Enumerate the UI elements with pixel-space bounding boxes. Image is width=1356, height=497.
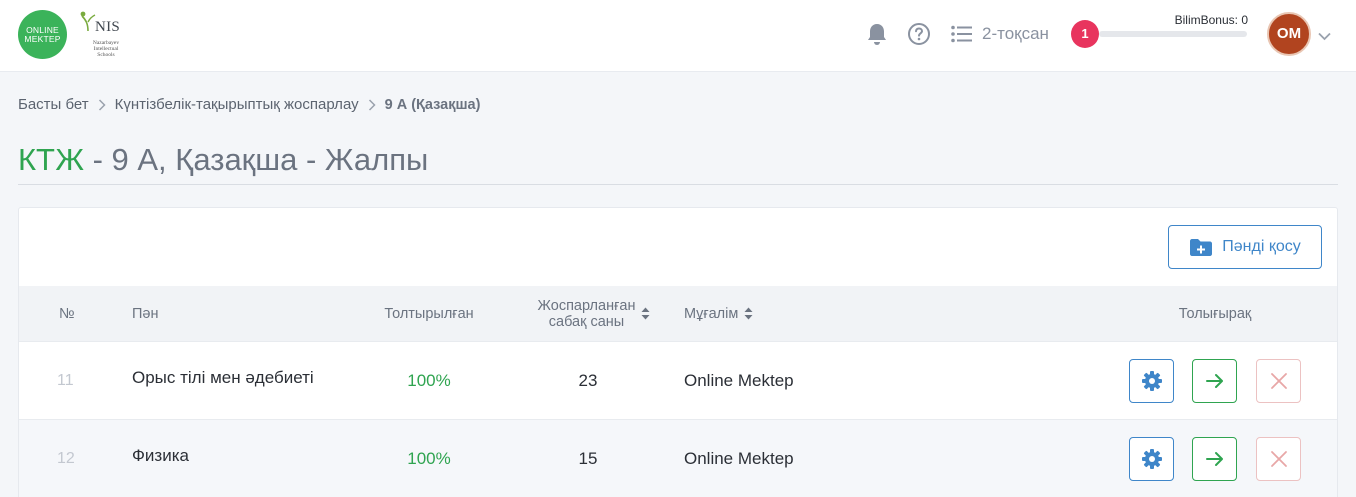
chevron-right-icon: [368, 98, 376, 111]
arrow-right-icon: [1205, 452, 1223, 466]
folder-plus-icon: [1189, 238, 1213, 257]
delete-button[interactable]: [1256, 359, 1301, 403]
column-teacher[interactable]: Мұғалім: [684, 286, 753, 341]
quarter-label: 2-тоқсан: [982, 24, 1049, 43]
sort-icon[interactable]: [744, 307, 753, 320]
row-teacher: Online Mektep: [684, 371, 794, 390]
nis-logo-subtitle: Nazarbayev Intellectual Schools: [92, 40, 120, 58]
column-subject: Пән: [132, 305, 159, 322]
arrow-right-icon: [1205, 374, 1223, 388]
settings-button[interactable]: [1129, 437, 1174, 481]
notification-badge[interactable]: 1: [1071, 20, 1099, 48]
column-filled: Толтырылған: [384, 305, 474, 322]
avatar[interactable]: OM: [1267, 12, 1311, 56]
list-icon: [951, 25, 972, 43]
row-subject[interactable]: Орыс тілі мен әдебиеті: [132, 342, 314, 414]
column-planned[interactable]: Жоспарланған сабақ саны: [519, 286, 669, 341]
column-planned-line2: сабақ саны: [548, 313, 625, 330]
title-divider: [18, 184, 1338, 185]
close-icon: [1270, 373, 1287, 389]
gear-icon: [1141, 371, 1162, 391]
sort-icon[interactable]: [641, 307, 650, 320]
page-title: КТЖ - 9 А, Қазақша - Жалпы: [18, 142, 428, 178]
table-row: 12 Физика 100% 15 Online Mektep: [19, 419, 1337, 497]
add-subject-button[interactable]: Пәнді қосу: [1168, 225, 1322, 269]
row-number: 12: [57, 450, 75, 467]
open-button[interactable]: [1192, 437, 1237, 481]
bonus-progress-bar: [1099, 31, 1247, 37]
gear-icon: [1141, 449, 1162, 469]
row-teacher: Online Mektep: [684, 449, 794, 468]
delete-button[interactable]: [1256, 437, 1301, 481]
table-header: № Пән Толтырылған Жоспарланған сабақ сан…: [19, 286, 1337, 341]
top-bar: ONLINE MEKTEP NIS Nazarbayev Intellectua…: [0, 0, 1356, 72]
page-title-rest: - 9 А, Қазақша - Жалпы: [83, 142, 429, 177]
column-teacher-label: Мұғалім: [684, 305, 739, 322]
breadcrumb-planning[interactable]: Күнтізбелік-тақырыптық жоспарлау: [115, 96, 359, 113]
add-subject-label: Пәнді қосу: [1222, 238, 1301, 255]
settings-button[interactable]: [1129, 359, 1174, 403]
nis-logo-text: NIS: [95, 19, 121, 35]
open-button[interactable]: [1192, 359, 1237, 403]
bilim-bonus-label: BilimBonus: 0: [1174, 13, 1248, 27]
row-number: 11: [57, 372, 74, 389]
column-planned-line1: Жоспарланған: [537, 297, 636, 314]
column-num: №: [59, 305, 75, 322]
column-actions: Толығырақ: [1178, 305, 1252, 322]
table-row: 11 Орыс тілі мен әдебиеті 100% 23 Online…: [19, 341, 1337, 419]
help-icon[interactable]: [907, 22, 931, 51]
breadcrumb-current: 9 А (Қазақша): [384, 96, 481, 113]
row-planned-count: 23: [578, 371, 598, 390]
row-filled-percent: 100%: [407, 449, 451, 468]
subjects-card: Пәнді қосу № Пән Толтырылған Жоспарланға…: [18, 207, 1338, 497]
nis-leaf-icon: [80, 11, 96, 32]
row-subject[interactable]: Физика: [132, 420, 189, 492]
chevron-down-icon[interactable]: [1318, 28, 1331, 46]
breadcrumb: Басты бет Күнтізбелік-тақырыптық жоспарл…: [18, 96, 480, 113]
row-filled-percent: 100%: [407, 371, 451, 390]
chevron-right-icon: [98, 98, 106, 111]
close-icon: [1270, 451, 1287, 467]
online-mektep-logo[interactable]: ONLINE MEKTEP: [18, 10, 67, 59]
page-title-accent: КТЖ: [18, 142, 84, 177]
breadcrumb-home[interactable]: Басты бет: [18, 96, 89, 113]
bell-icon[interactable]: [866, 22, 888, 51]
quarter-selector[interactable]: 2-тоқсан: [951, 22, 1049, 46]
row-planned-count: 15: [578, 449, 598, 468]
nis-logo[interactable]: NIS Nazarbayev Intellectual Schools: [80, 10, 130, 60]
